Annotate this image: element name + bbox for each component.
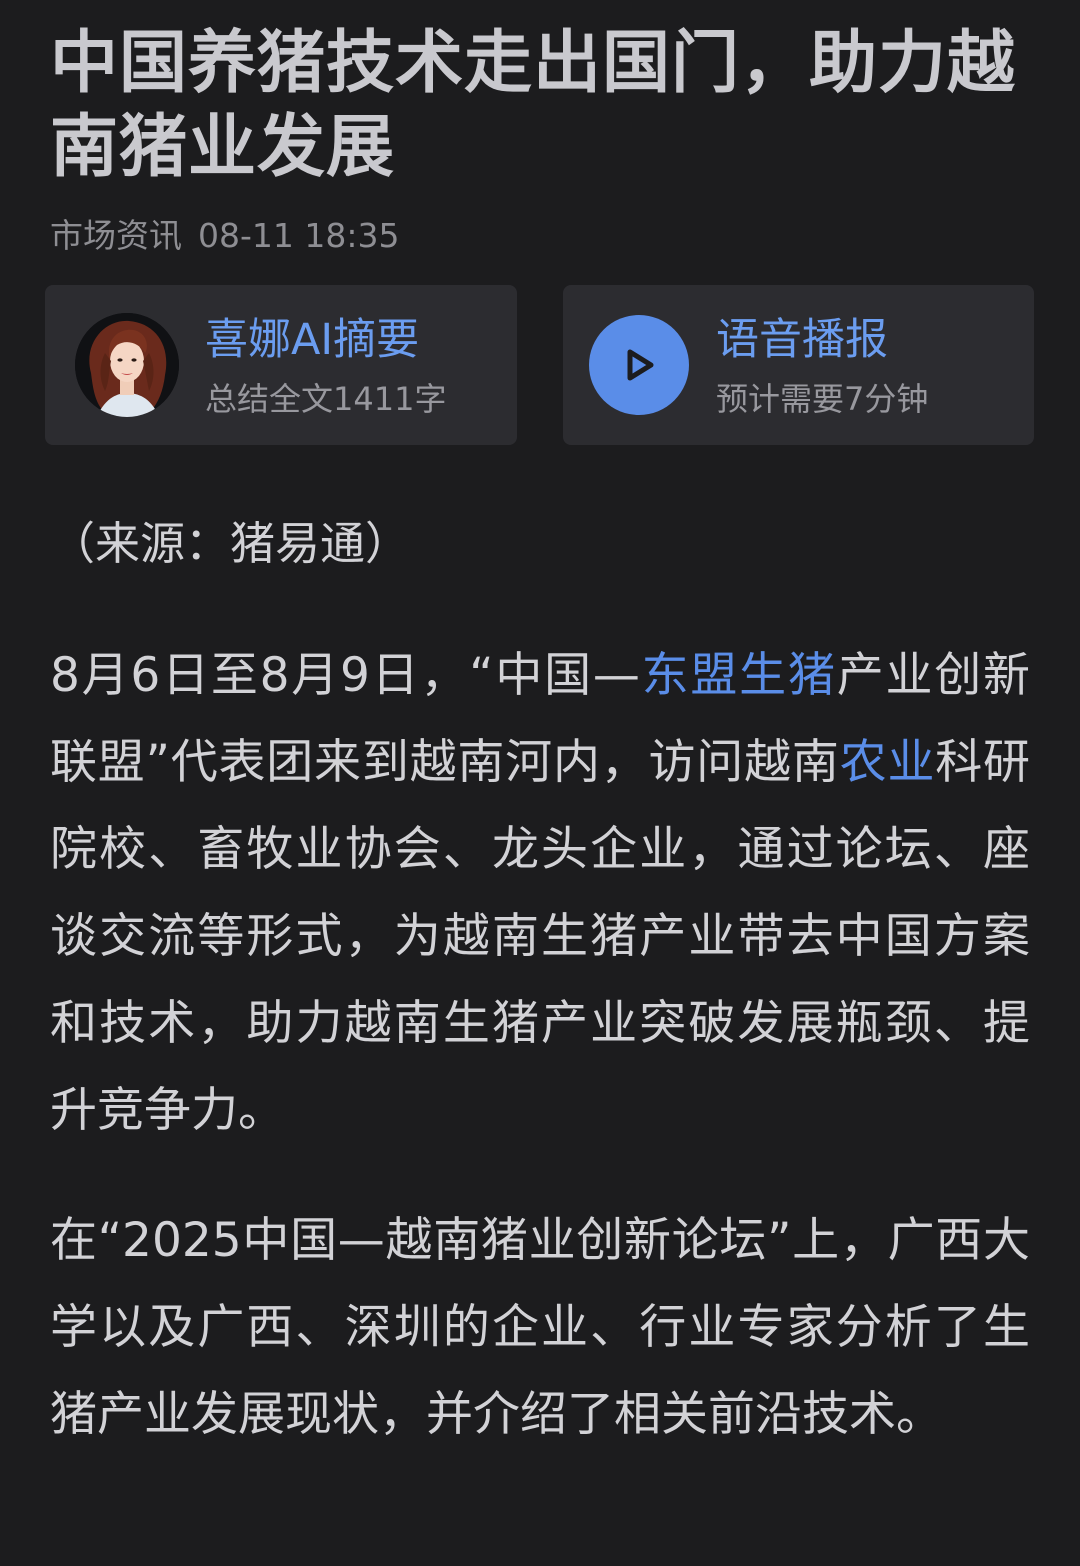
article-meta: 市场资讯 08-11 18:35 bbox=[50, 214, 399, 258]
ai-summary-word-count: 总结全文1411字 bbox=[205, 380, 447, 418]
article-source: （来源：猪易通） bbox=[50, 517, 411, 570]
keyword-link-agriculture[interactable]: 农业 bbox=[840, 735, 936, 790]
keyword-link-asean-pig[interactable]: 东盟生猪 bbox=[640, 648, 837, 703]
audio-broadcast-title: 语音播报 bbox=[716, 315, 888, 365]
article-paragraph: 8月6日至8月9日，“中国—东盟生猪产业创新联盟”代表团来到越南河内，访问越南农… bbox=[50, 632, 1030, 1154]
article-paragraph: 在“2025中国—越南猪业创新论坛”上，广西大学以及广西、深圳的企业、行业专家分… bbox=[50, 1213, 1030, 1442]
audio-broadcast-button[interactable]: 语音播报 预计需要7分钟 bbox=[563, 285, 1034, 445]
audio-estimated-duration: 预计需要7分钟 bbox=[716, 380, 929, 418]
play-icon[interactable] bbox=[589, 315, 689, 415]
article-title: 中国养猪技术走出国门，助力越南猪业发展 bbox=[50, 24, 1017, 187]
article-category: 市场资讯 bbox=[50, 216, 182, 255]
paragraph-text: 8月6日至8月9日，“中国— bbox=[50, 648, 640, 703]
ai-summary-button[interactable]: 喜娜AI摘要 总结全文1411字 bbox=[45, 285, 517, 445]
ai-summary-title: 喜娜AI摘要 bbox=[205, 315, 420, 365]
ai-assistant-avatar bbox=[75, 313, 179, 417]
paragraph-text: 科研院校、畜牧业协会、龙头企业，通过论坛、座谈交流等形式，为越南生猪产业带去中国… bbox=[50, 735, 1031, 1138]
article-datetime: 08-11 18:35 bbox=[198, 216, 400, 255]
